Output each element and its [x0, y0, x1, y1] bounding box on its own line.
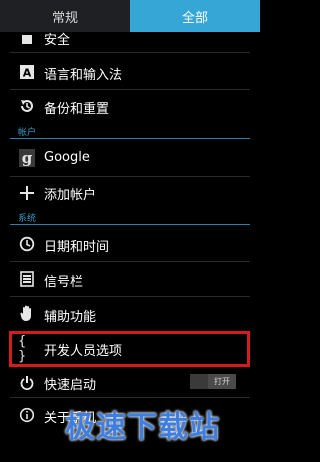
toggle-on-label: 打开	[208, 374, 236, 389]
backup-restore-icon	[18, 97, 36, 115]
svg-text:g: g	[22, 149, 33, 167]
plus-icon	[18, 184, 36, 202]
section-title: 系统	[18, 214, 37, 224]
settings-item-google[interactable]: g Google	[0, 141, 260, 175]
tab-bar: 常规 全部	[0, 0, 260, 32]
divider	[10, 52, 250, 53]
watermark: 极速下载站	[65, 410, 220, 445]
clock-icon	[18, 235, 36, 253]
lock-icon	[18, 29, 36, 47]
settings-item-label: 信号栏	[44, 275, 84, 290]
settings-item-label: 安全	[44, 33, 71, 48]
language-icon: A	[18, 63, 36, 81]
settings-item-label: 辅助功能	[44, 310, 97, 325]
section-divider	[10, 138, 250, 139]
signal-bar-icon	[18, 270, 36, 288]
settings-item-signal-bar[interactable]: 信号栏	[0, 262, 260, 295]
section-header-system: 系统	[0, 211, 260, 225]
settings-item-backup[interactable]: 备份和重置	[0, 90, 260, 123]
quick-boot-toggle[interactable]: 打开	[190, 374, 236, 389]
settings-item-label: 添加帐户	[44, 188, 97, 203]
settings-item-security[interactable]: 安全	[0, 29, 260, 48]
google-icon: g	[18, 149, 36, 167]
highlight-box	[9, 331, 250, 367]
section-divider	[10, 224, 250, 225]
settings-item-label: 日期和时间	[44, 240, 110, 255]
tab-all[interactable]: 全部	[130, 0, 260, 32]
section-header-accounts: 帐户	[0, 125, 260, 139]
power-icon	[18, 374, 36, 392]
settings-item-label: Google	[44, 150, 90, 165]
section-title: 帐户	[18, 128, 37, 138]
hand-icon	[18, 304, 36, 322]
svg-text:A: A	[23, 67, 32, 80]
tab-normal[interactable]: 常规	[0, 0, 130, 32]
info-icon	[18, 406, 36, 424]
settings-item-label: 备份和重置	[44, 102, 110, 117]
settings-item-label: 语言和输入法	[44, 68, 123, 83]
settings-item-language[interactable]: A 语言和输入法	[0, 56, 260, 89]
settings-item-add-account[interactable]: 添加帐户	[0, 177, 260, 209]
settings-item-label: 快速启动	[44, 378, 97, 393]
settings-item-accessibility[interactable]: 辅助功能	[0, 297, 260, 330]
settings-item-date-time[interactable]: 日期和时间	[0, 227, 260, 260]
